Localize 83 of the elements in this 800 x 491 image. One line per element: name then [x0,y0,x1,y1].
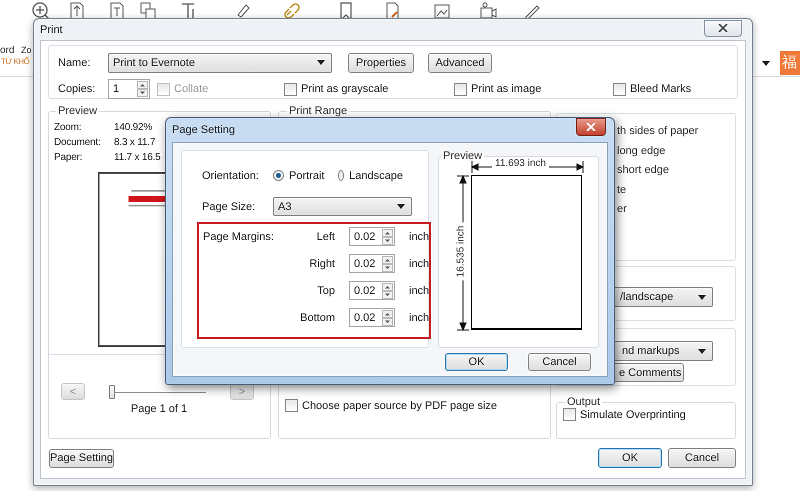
checkbox-label: Bleed Marks [630,83,692,95]
slider-thumb[interactable] [109,384,115,398]
toolbar-label: ord [0,45,14,56]
toolbar-label: Zo [21,45,32,55]
advanced-button[interactable]: Advanced [428,52,492,72]
search-hint: TỪ KHỐ [1,57,30,66]
info-value: 8.3 x 11.7 [114,136,156,150]
margin-field[interactable]: 0.02 [349,227,395,246]
option-label: th sides of paper [617,124,700,139]
margin-field[interactable]: 0.02 [349,281,395,300]
link-icon[interactable] [282,1,302,21]
option-label: er [617,202,628,217]
option-label: short edge [617,163,670,178]
checkbox-label: Print as image [471,83,542,95]
ok-button[interactable]: OK [445,353,508,371]
printer-dropdown[interactable]: Print to Evernote [108,52,332,72]
checkbox-label: Collate [174,83,208,95]
cancel-button[interactable]: Cancel [668,448,736,468]
radio-label: Landscape [349,170,403,182]
checkbox[interactable] [613,82,626,96]
option-label: long edge [617,144,666,158]
margin-label: Right [308,258,335,270]
page-setting-button[interactable]: Page Setting [49,448,114,468]
unit-label: inch [409,230,430,242]
info-label: Document: [54,136,101,150]
close-icon [586,123,596,131]
caret-icon [317,60,325,65]
group-title: Print Range [288,105,348,117]
margin-label: Bottom [299,312,335,324]
info-value: 140.92% [114,121,152,135]
close-button[interactable] [576,118,606,136]
checkbox[interactable] [454,82,467,96]
unit-label: inch [409,284,430,296]
window-title: Page Setting [172,124,235,136]
info-label: Paper: [54,151,82,165]
field-label: Page Size: [202,200,256,212]
radio-button[interactable] [338,170,344,181]
checkbox-label: Simulate Overprinting [580,408,686,420]
unit-label: inch [409,312,430,324]
spin-arrows-icon[interactable] [382,228,393,244]
caret-icon[interactable] [762,61,770,66]
checkbox[interactable] [284,82,297,96]
zoom-in-icon[interactable] [30,1,50,21]
caret-icon [698,294,706,300]
caret-icon [698,348,706,354]
margin-field[interactable]: 0.02 [349,308,395,327]
margin-field[interactable]: 0.02 [349,254,395,273]
spin-arrows-icon[interactable] [137,81,148,97]
dimension-label: 11.693 inch [492,158,549,169]
field-label: Orientation: [202,170,260,182]
info-value: 11.7 x 16.5 [114,151,161,165]
spin-arrows-icon[interactable] [382,282,393,298]
checkbox-label: Choose paper source by PDF page size [302,400,498,412]
ok-button[interactable]: OK [598,448,662,468]
margin-label: Top [316,284,335,296]
close-icon [718,24,728,32]
page-size-dropdown[interactable]: A3 [273,197,412,216]
field-label: Name: [58,56,92,68]
close-button[interactable] [704,20,742,36]
page-indicator: Page 1 of 1 [130,403,188,415]
cancel-button[interactable]: Cancel [528,353,591,371]
unit-label: inch [409,258,430,270]
group-title: Preview [57,105,98,117]
properties-button[interactable]: Properties [348,52,414,72]
spin-arrows-icon[interactable] [382,256,393,272]
field-label: Copies: [58,83,96,95]
dimension-label: 16.535 inch [455,222,466,280]
margin-label: Left [316,230,335,242]
video-icon[interactable] [478,1,498,21]
checkbox[interactable] [563,408,576,421]
info-label: Zoom: [54,121,82,135]
page-slider[interactable] [109,384,206,398]
spin-arrows-icon[interactable] [382,310,393,326]
checkbox-label: Print as grayscale [301,83,388,95]
group-title: Output [566,396,602,408]
radio-button[interactable] [273,170,284,181]
option-label: te [617,182,628,198]
caret-icon [397,204,405,209]
copies-field[interactable]: 1 [108,79,150,99]
group-title: Preview [442,150,484,162]
window-title: Print [40,24,63,36]
radio-label: Portrait [289,170,324,182]
checkbox[interactable] [285,399,298,412]
